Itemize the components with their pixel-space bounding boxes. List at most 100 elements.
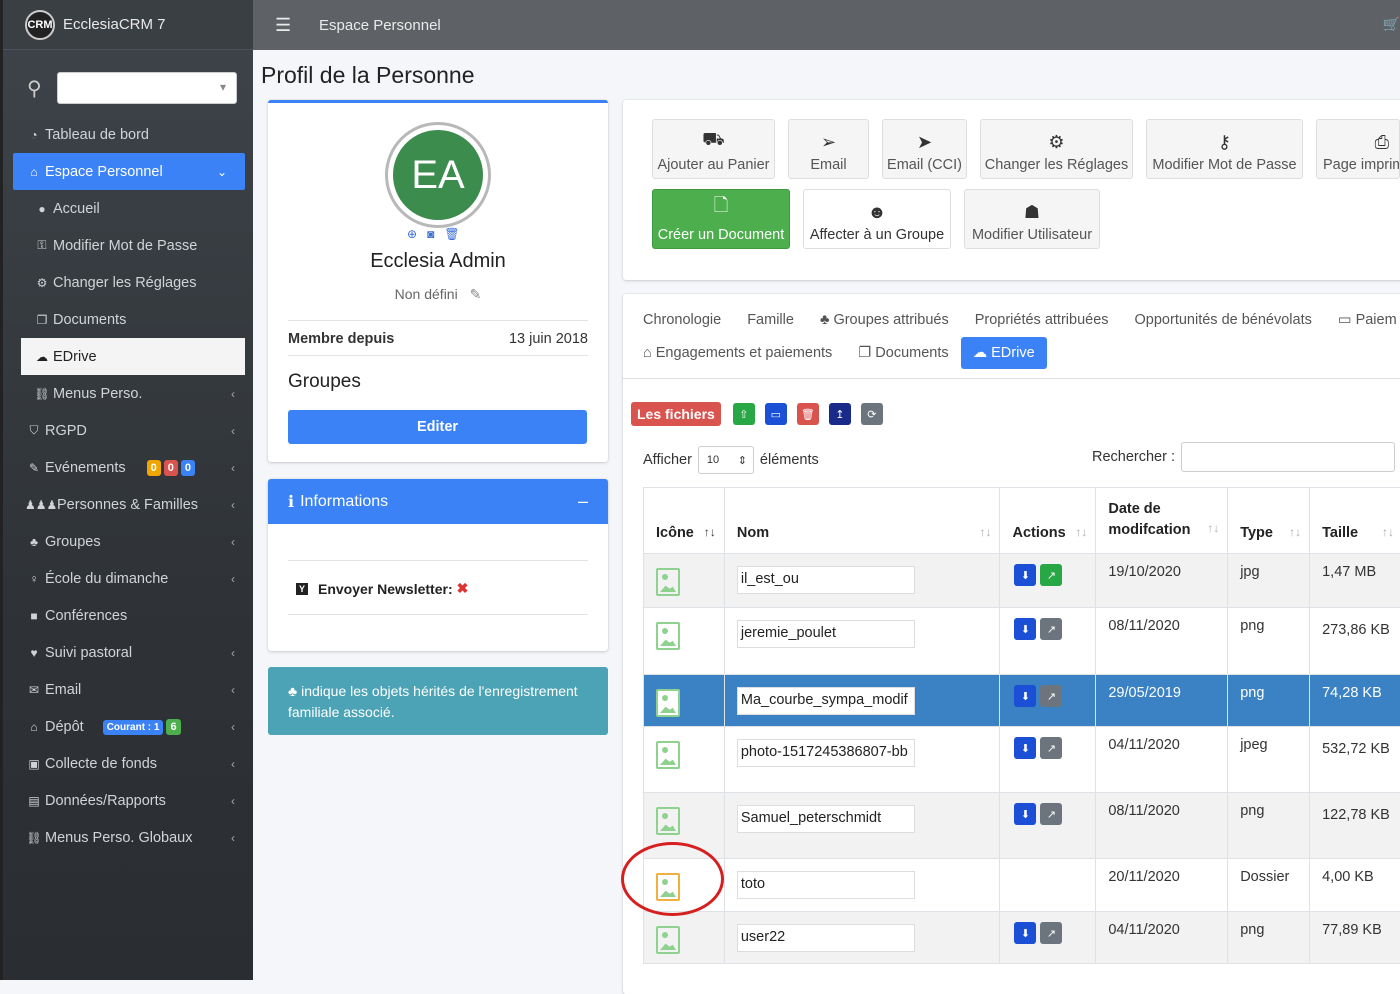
edit-icon[interactable]: ✎ <box>470 286 482 302</box>
sidebar-item-evenements[interactable]: ✎Evénements 000 ‹ <box>3 449 253 486</box>
child-icon: ♀ <box>25 572 43 586</box>
sidebar-item-changer-reglages[interactable]: ⚙Changer les Réglages <box>3 264 253 301</box>
assign-group-button[interactable]: ☻Affecter à un Groupe <box>803 189 951 249</box>
tab-edrive[interactable]: ☁EDrive <box>961 337 1047 369</box>
file-name-input[interactable]: Ma_courbe_sympa_modif <box>737 687 915 715</box>
tab-famille[interactable]: Famille <box>747 312 794 328</box>
sidebar-item-modifier-mot-de-passe[interactable]: ⚿Modifier Mot de Passe <box>3 227 253 264</box>
sidebar-item-collecte-fonds[interactable]: ▣Collecte de fonds‹ <box>3 745 253 782</box>
share-icon[interactable]: ↗ <box>1040 922 1062 944</box>
email-button[interactable]: ➢Email <box>788 119 869 179</box>
table-row[interactable]: il_est_ou ⬇↗ 19/10/2020 jpg 1,47 MB <box>644 554 1400 608</box>
file-name-input[interactable]: photo-1517245386807-bb <box>737 739 915 767</box>
file-name-input[interactable]: jeremie_poulet <box>737 620 915 648</box>
table-row[interactable]: user22 ⬇↗ 04/11/2020 png 77,89 KB <box>644 912 1400 964</box>
tab-benevolats[interactable]: Opportunités de bénévolats <box>1135 312 1312 328</box>
edit-user-button[interactable]: ☗Modifier Utilisateur <box>964 189 1100 249</box>
chevron-left-icon: ‹ <box>231 757 235 771</box>
sidebar-item-email[interactable]: ✉Email‹ <box>3 671 253 708</box>
chevron-left-icon: ‹ <box>231 646 235 660</box>
menu-toggle-icon[interactable]: ☰ <box>275 15 319 36</box>
sidebar-item-menus-perso[interactable]: ⛓Menus Perso.‹ <box>3 375 253 412</box>
sidebar-item-espace-personnel[interactable]: ⌂Espace Personnel⌄ <box>13 153 245 190</box>
table-row[interactable]: toto 20/11/2020 Dossier 4,00 KB <box>644 859 1400 912</box>
delete-icon[interactable]: 🗑 <box>797 403 819 425</box>
sidebar-item-personnes-familles[interactable]: ♟♟♟Personnes & Familles‹ <box>3 486 253 523</box>
files-title: Les fichiers <box>631 402 721 426</box>
file-size: 74,28 KB <box>1310 675 1400 727</box>
table-row[interactable]: jeremie_poulet ⬇↗ 08/11/2020 png 273,86 … <box>644 608 1400 675</box>
upload-icon[interactable]: ⇧ <box>733 403 755 425</box>
table-row[interactable]: Ma_courbe_sympa_modif ⬇↗ 29/05/2019 png … <box>644 675 1400 727</box>
create-document-button[interactable]: 🗋Créer un Document <box>652 189 790 249</box>
camera-icon[interactable]: ◙ <box>427 227 434 241</box>
change-password-button[interactable]: ⚷Modifier Mot de Passe <box>1146 119 1303 179</box>
sidebar-item-edrive[interactable]: ☁EDrive <box>21 338 245 375</box>
sidebar-item-conferences[interactable]: ■Conférences <box>3 597 253 634</box>
col-date[interactable]: Date de modifcation↑↓ <box>1096 488 1228 554</box>
sidebar-item-documents[interactable]: ❐Documents <box>3 301 253 338</box>
zoom-icon[interactable]: ⊕ <box>407 227 417 241</box>
newsletter-checkbox[interactable]: Y <box>296 583 308 595</box>
share-icon[interactable]: ↗ <box>1040 737 1062 759</box>
page-length-select[interactable]: 10⇕ <box>698 446 754 474</box>
download-icon[interactable]: ⬇ <box>1014 737 1036 759</box>
trash-icon[interactable]: 🗑 <box>444 227 459 241</box>
avatar[interactable]: EA <box>388 125 488 225</box>
sidebar-item-accueil[interactable]: ●Accueil <box>3 190 253 227</box>
sidebar-item-donnees-rapports[interactable]: ▤Données/Rapports‹ <box>3 782 253 819</box>
table-row[interactable]: photo-1517245386807-bb ⬇↗ 04/11/2020 jpe… <box>644 727 1400 793</box>
file-name-input[interactable]: Samuel_peterschmidt <box>737 805 915 833</box>
share-icon[interactable]: ↗ <box>1040 803 1062 825</box>
tab-proprietes[interactable]: Propriétés attribuées <box>975 312 1109 328</box>
edit-button[interactable]: Editer <box>288 410 587 444</box>
sidebar-item-suivi-pastoral[interactable]: ♥Suivi pastoral‹ <box>3 634 253 671</box>
download-icon[interactable]: ⬇ <box>1014 922 1036 944</box>
change-settings-button[interactable]: ⚙Changer les Réglages <box>980 119 1133 179</box>
file-name-input[interactable]: toto <box>737 871 915 899</box>
sidebar-item-groupes[interactable]: ♣Groupes‹ <box>3 523 253 560</box>
search-input[interactable] <box>1181 442 1395 472</box>
new-folder-icon[interactable]: ▭ <box>765 403 787 425</box>
sidebar-item-depot[interactable]: ⌂Dépôt Courant : 16 ‹ <box>3 708 253 745</box>
home-icon: ⌂ <box>25 165 43 179</box>
file-name-input[interactable]: il_est_ou <box>737 566 915 594</box>
tab-chronologie[interactable]: Chronologie <box>643 312 721 328</box>
file-name-input[interactable]: user22 <box>737 924 915 952</box>
table-search: Rechercher : <box>1092 442 1395 472</box>
download-icon[interactable]: ⬇ <box>1014 803 1036 825</box>
sidebar-item-rgpd[interactable]: ⛉RGPD‹ <box>3 412 253 449</box>
table-row[interactable]: Samuel_peterschmidt ⬇↗ 08/11/2020 png 12… <box>644 793 1400 859</box>
parent-folder-icon[interactable]: ↥ <box>829 403 851 425</box>
event-badge: 0 <box>147 460 161 476</box>
share-icon[interactable]: ↗ <box>1040 564 1062 586</box>
download-icon[interactable]: ⬇ <box>1014 685 1036 707</box>
brand[interactable]: CRM EcclesiaCRM 7 <box>3 0 253 50</box>
tab-documents[interactable]: ❐Documents <box>858 345 948 361</box>
email-bcc-button[interactable]: ➤Email (CCI) <box>882 119 967 179</box>
col-taille[interactable]: Taille↑↓ <box>1310 488 1400 554</box>
col-nom[interactable]: Nom↑↓ <box>724 488 1000 554</box>
refresh-icon[interactable]: ⟳ <box>861 403 883 425</box>
sidebar-item-dashboard[interactable]: ◔Tableau de bord <box>3 116 253 153</box>
sidebar-item-ecole-dimanche[interactable]: ♀École du dimanche‹ <box>3 560 253 597</box>
groups-title: Groupes <box>288 371 361 393</box>
tab-paiements[interactable]: ▭Paiem <box>1338 312 1397 328</box>
sidebar-item-menus-perso-globaux[interactable]: ⛓Menus Perso. Globaux‹ <box>3 819 253 856</box>
file-size: 273,86 KB <box>1310 608 1400 675</box>
image-file-icon <box>656 807 680 835</box>
download-icon[interactable]: ⬇ <box>1014 618 1036 640</box>
col-actions[interactable]: Actions↑↓ <box>1000 488 1096 554</box>
search-select[interactable] <box>57 72 237 104</box>
collapse-icon[interactable]: – <box>578 491 588 512</box>
tab-groupes-attribues[interactable]: ♣Groupes attribués <box>820 312 949 328</box>
tab-engagements[interactable]: ⌂Engagements et paiements <box>643 345 832 361</box>
cart-icon[interactable]: 🛒 <box>1383 16 1400 33</box>
share-icon[interactable]: ↗ <box>1040 685 1062 707</box>
col-icone[interactable]: Icône↑↓ <box>644 488 725 554</box>
print-page-button[interactable]: ⎙Page imprim <box>1316 119 1400 179</box>
share-icon[interactable]: ↗ <box>1040 618 1062 640</box>
download-icon[interactable]: ⬇ <box>1014 564 1036 586</box>
col-type[interactable]: Type↑↓ <box>1228 488 1310 554</box>
add-to-cart-button[interactable]: ⛟Ajouter au Panier <box>652 119 775 179</box>
